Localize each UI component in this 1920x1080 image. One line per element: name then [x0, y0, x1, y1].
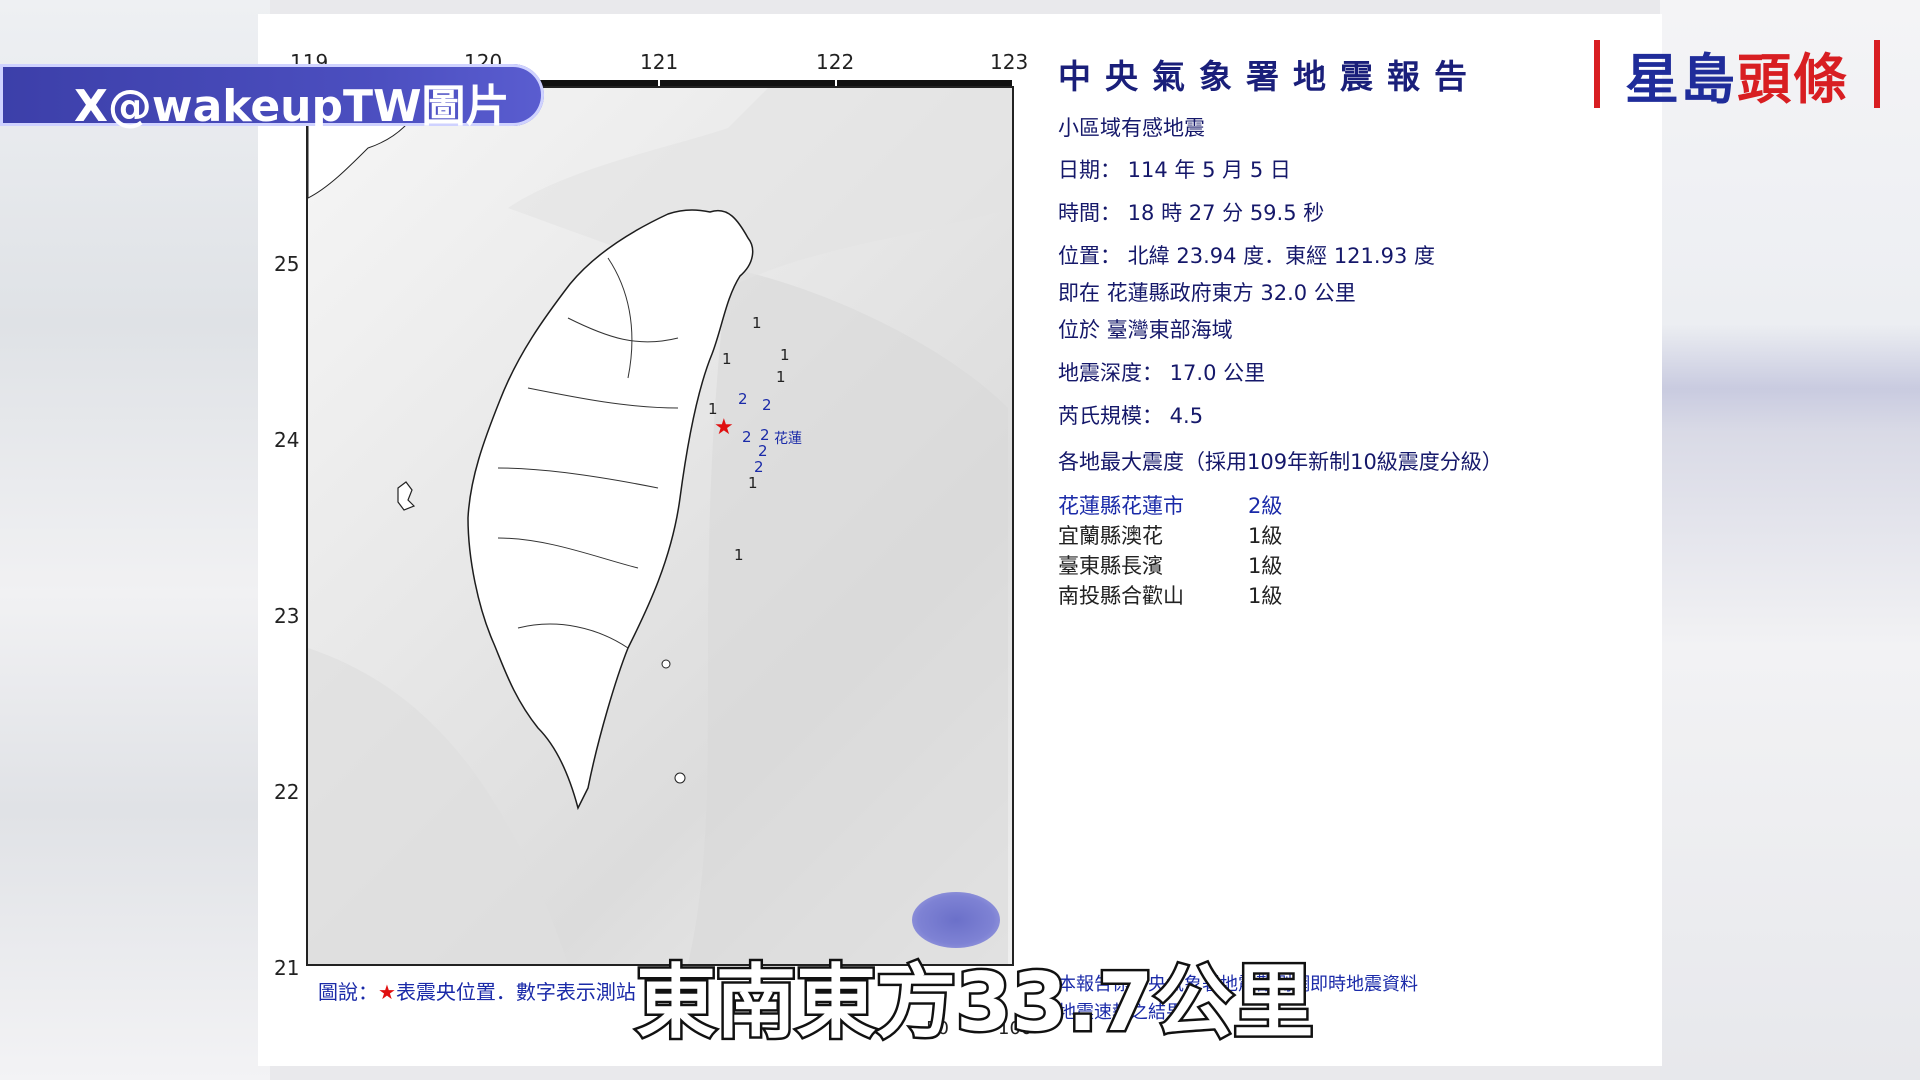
legend-label: 圖說：	[318, 980, 378, 1004]
intensity-place: 南投縣合歡山	[1058, 584, 1184, 608]
source-tag-text: X@wakeupTW圖片	[74, 81, 510, 132]
lat-tick-23: 23	[274, 604, 300, 628]
logo-text-part1: 星島	[1625, 47, 1737, 111]
intensity-level: 2級	[1248, 494, 1283, 518]
station-value: 1	[734, 546, 744, 564]
background-right	[1660, 0, 1920, 1080]
intensity-level: 1級	[1248, 554, 1283, 578]
intensity-row: 南投縣合歡山 1級	[1058, 580, 1282, 610]
legend-description: 表震央位置．數字表示測站	[395, 980, 636, 1004]
map-area: ★	[306, 86, 1014, 966]
station-value: 2	[762, 396, 772, 414]
lat-tick-25: 25	[274, 252, 300, 276]
lat-tick-21: 21	[274, 956, 300, 980]
map-legend: 圖說：★表震央位置．數字表示測站	[318, 976, 636, 1005]
logo-text-part2: 頭條	[1737, 47, 1849, 111]
intensity-row: 臺東縣長濱 1級	[1058, 550, 1282, 580]
intensity-level: 1級	[1248, 584, 1283, 608]
star-icon: ★	[378, 980, 396, 1004]
taiwan-outline: ★	[308, 88, 1012, 964]
station-value: 1	[708, 400, 718, 418]
station-value: 1	[752, 314, 762, 332]
video-subtitle: 東南東方33.7公里	[633, 954, 1315, 1052]
station-value: 2	[738, 390, 748, 408]
background-left	[0, 0, 270, 1080]
station-value: 1	[722, 350, 732, 368]
intensity-place: 花蓮縣花蓮市	[1058, 494, 1184, 518]
lon-tick-122: 122	[816, 50, 855, 74]
report-magnitude: 芮氏規模： 4.5	[1058, 404, 1204, 428]
report-location: 位置： 北緯 23.94 度．東經 121.93 度	[1058, 244, 1435, 268]
lon-tick-123: 123	[990, 50, 1029, 74]
report-title: 中央氣象署地震報告	[1058, 57, 1481, 96]
report-relative-location: 即在 花蓮縣政府東方 32.0 公里	[1058, 281, 1356, 305]
station-value: 1	[780, 346, 790, 364]
lat-tick-24: 24	[274, 428, 300, 452]
report-region: 位於 臺灣東部海域	[1058, 318, 1233, 342]
station-value: 1	[776, 368, 786, 386]
intensity-heading: 各地最大震度（採用109年新制10級震度分級）	[1058, 450, 1503, 474]
intensity-place: 臺東縣長濱	[1058, 554, 1163, 578]
report-time: 時間： 18 時 27 分 59.5 秒	[1058, 201, 1325, 225]
report-date: 日期： 114 年 5 月 5 日	[1058, 158, 1291, 182]
intensity-place: 宜蘭縣澳花	[1058, 524, 1163, 548]
earthquake-map: 119 120 121 122 123 25 24 23 22 21 ★ 1 1	[268, 50, 1032, 1040]
city-label-hualien: 花蓮	[774, 431, 802, 447]
report-depth: 地震深度： 17.0 公里	[1058, 361, 1266, 385]
intensity-row: 花蓮縣花蓮市 2級	[1058, 490, 1282, 520]
station-value: 2	[742, 428, 752, 446]
intensity-level: 1級	[1248, 524, 1283, 548]
report-category: 小區域有感地震	[1058, 116, 1205, 140]
intensity-row: 宜蘭縣澳花 1級	[1058, 520, 1282, 550]
epicenter-star: ★	[714, 415, 734, 440]
lon-tick-121: 121	[640, 50, 679, 74]
station-value: 1	[748, 474, 758, 492]
news-logo: 星島 頭條	[1594, 40, 1880, 111]
lat-tick-22: 22	[274, 780, 300, 804]
